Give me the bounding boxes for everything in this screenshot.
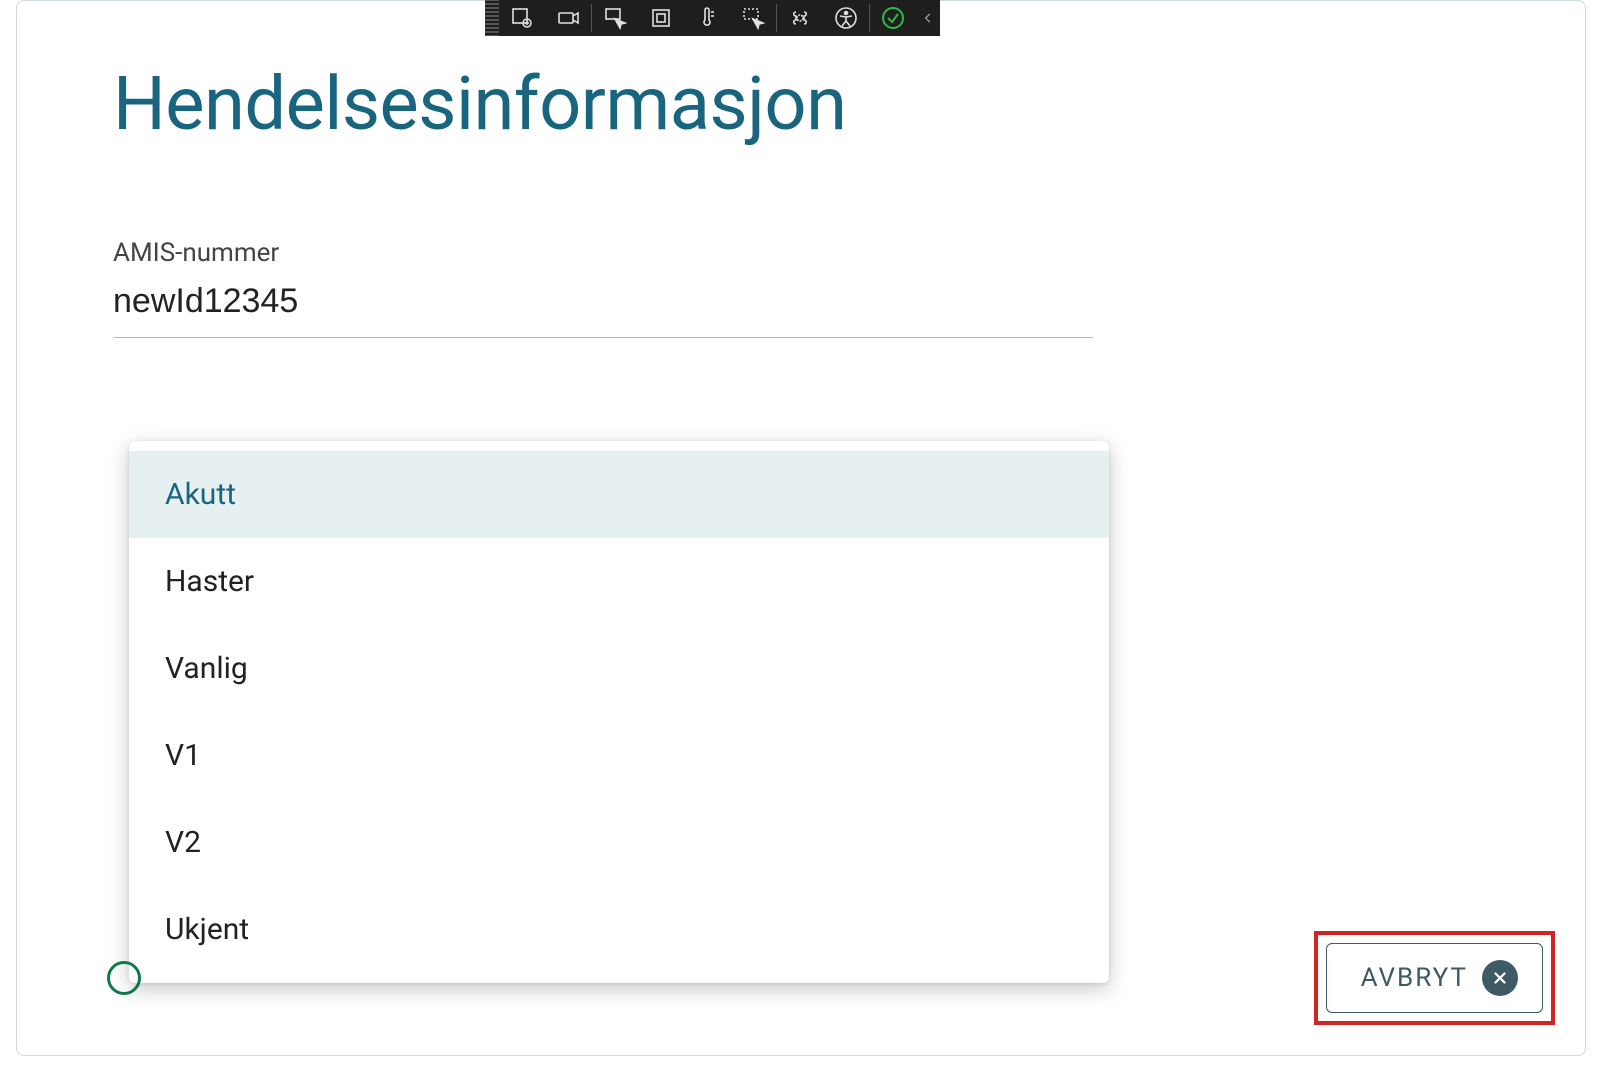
- dropdown-item-vanlig[interactable]: Vanlig: [129, 625, 1109, 712]
- info-icon: [107, 961, 141, 995]
- snapshot-icon[interactable]: [730, 0, 776, 36]
- responsive-icon[interactable]: [638, 0, 684, 36]
- priority-dropdown: Akutt Haster Vanlig V1 V2 Ukjent: [129, 441, 1109, 983]
- dev-toolbar: [485, 0, 940, 36]
- dropdown-item-akutt[interactable]: Akutt: [129, 451, 1109, 538]
- dialog-content: Hendelsesinformasjon AMIS-nummer: [17, 1, 1585, 338]
- close-icon: [1482, 960, 1518, 996]
- page-title: Hendelsesinformasjon: [113, 61, 1489, 148]
- dialog-card: Hendelsesinformasjon AMIS-nummer Akutt H…: [16, 0, 1586, 1056]
- dropdown-item-v1[interactable]: V1: [129, 712, 1109, 799]
- cancel-highlight: AVBRYT: [1314, 931, 1555, 1025]
- dropdown-item-v2[interactable]: V2: [129, 799, 1109, 886]
- dropdown-item-haster[interactable]: Haster: [129, 538, 1109, 625]
- check-ok-icon[interactable]: [870, 0, 916, 36]
- collapse-toolbar-icon[interactable]: [916, 0, 940, 36]
- amis-input[interactable]: [113, 278, 1093, 338]
- thermometer-icon[interactable]: [684, 0, 730, 36]
- state-icon[interactable]: [777, 0, 823, 36]
- inspect-icon[interactable]: [499, 0, 545, 36]
- selector-icon[interactable]: [592, 0, 638, 36]
- accessibility-icon[interactable]: [823, 0, 869, 36]
- cancel-button[interactable]: AVBRYT: [1326, 943, 1543, 1013]
- dropdown-item-ukjent[interactable]: Ukjent: [129, 886, 1109, 973]
- amis-label: AMIS-nummer: [113, 238, 1489, 268]
- toolbar-drag-handle[interactable]: [485, 0, 499, 36]
- camera-icon[interactable]: [545, 0, 591, 36]
- cancel-button-label: AVBRYT: [1361, 963, 1468, 993]
